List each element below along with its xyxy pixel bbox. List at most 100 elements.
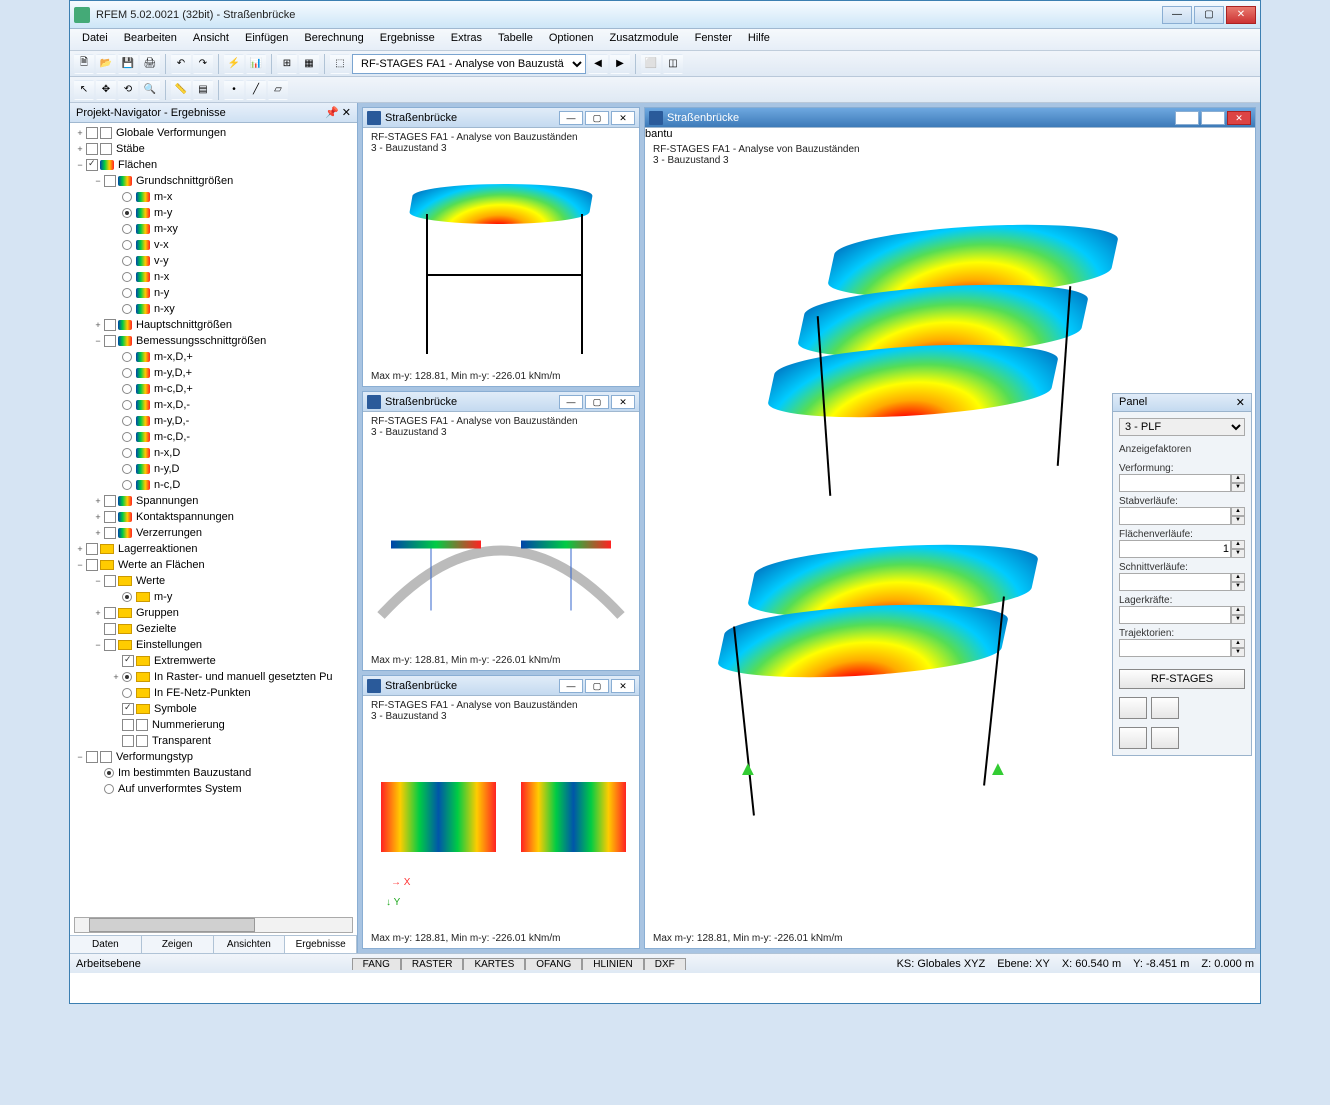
menu-einfügen[interactable]: Einfügen [237, 29, 296, 50]
tree-item[interactable]: m-y,D,+ [70, 365, 357, 381]
tree-item[interactable]: In FE-Netz-Punkten [70, 685, 357, 701]
tree-item[interactable]: m-xy [70, 221, 357, 237]
minimize-button[interactable]: — [1175, 111, 1199, 125]
grid-icon[interactable]: ▦ [299, 54, 319, 74]
child-titlebar[interactable]: Straßenbrücke — ▢ ✕ [363, 676, 639, 696]
tree-item[interactable]: +Kontaktspannungen [70, 509, 357, 525]
tree-item[interactable]: n-c,D [70, 477, 357, 493]
menu-extras[interactable]: Extras [443, 29, 490, 50]
tree-item[interactable]: −Bemessungsschnittgrößen [70, 333, 357, 349]
close-button[interactable]: ✕ [611, 395, 635, 409]
menu-datei[interactable]: Datei [74, 29, 116, 50]
tree-item[interactable]: Nummerierung [70, 717, 357, 733]
tree-item[interactable]: Gezielte [70, 621, 357, 637]
menu-bearbeiten[interactable]: Bearbeiten [116, 29, 185, 50]
minimize-button[interactable]: — [559, 679, 583, 693]
tree-item[interactable]: v-y [70, 253, 357, 269]
print-icon[interactable]: 🖨 [140, 54, 160, 74]
status-tab-dxf[interactable]: DXF [644, 958, 686, 970]
factor-input[interactable]: ▲▼ [1119, 606, 1245, 624]
factor-input[interactable]: ▲▼ [1119, 639, 1245, 657]
layers-icon[interactable]: ▤ [193, 80, 213, 100]
status-tab-raster[interactable]: RASTER [401, 958, 464, 970]
tree-item[interactable]: m-y,D,- [70, 413, 357, 429]
tree-item[interactable]: −Einstellungen [70, 637, 357, 653]
menu-tabelle[interactable]: Tabelle [490, 29, 541, 50]
tree-item[interactable]: n-xy [70, 301, 357, 317]
minimize-button[interactable]: — [1162, 6, 1192, 24]
factor-input[interactable]: ▲▼ [1119, 540, 1245, 558]
menu-ansicht[interactable]: Ansicht [185, 29, 237, 50]
menu-optionen[interactable]: Optionen [541, 29, 602, 50]
node-icon[interactable]: • [224, 80, 244, 100]
cube-icon[interactable]: ⬜ [641, 54, 661, 74]
tree-item[interactable]: Symbole [70, 701, 357, 717]
table-icon[interactable]: ⊞ [277, 54, 297, 74]
move-icon[interactable]: ✥ [96, 80, 116, 100]
tree-item[interactable]: Im bestimmten Bauzustand [70, 765, 357, 781]
panel-icon-button-2[interactable] [1151, 697, 1179, 719]
viewport-side[interactable] [371, 438, 631, 653]
child-titlebar[interactable]: Straßenbrücke — ▢ ✕ [363, 108, 639, 128]
tree-item[interactable]: n-x,D [70, 445, 357, 461]
panel-close-icon[interactable]: ✕ [1236, 396, 1245, 409]
nav-tab-zeigen[interactable]: Zeigen [142, 936, 214, 953]
nav-tab-ergebnisse[interactable]: Ergebnisse [285, 936, 357, 953]
surface-icon[interactable]: ▱ [268, 80, 288, 100]
tree-item[interactable]: +In Raster- und manuell gesetzten Pu [70, 669, 357, 685]
maximize-button[interactable]: ▢ [1201, 111, 1225, 125]
tree-item[interactable]: +Lagerreaktionen [70, 541, 357, 557]
pin-icon[interactable]: 📌 ✕ [325, 106, 351, 119]
maximize-button[interactable]: ▢ [1194, 6, 1224, 24]
tree-item[interactable]: Transparent [70, 733, 357, 749]
menu-zusatzmodule[interactable]: Zusatzmodule [602, 29, 687, 50]
tree-item[interactable]: n-y [70, 285, 357, 301]
undo-icon[interactable]: ↶ [171, 54, 191, 74]
next-icon[interactable]: ▶ [610, 54, 630, 74]
child-titlebar[interactable]: Straßenbrücke — ▢ ✕ [363, 392, 639, 412]
tree-item[interactable]: m-y [70, 589, 357, 605]
tree-item[interactable]: +Spannungen [70, 493, 357, 509]
menu-berechnung[interactable]: Berechnung [296, 29, 371, 50]
tree-item[interactable]: +Hauptschnittgrößen [70, 317, 357, 333]
analysis-select[interactable]: RF-STAGES FA1 - Analyse von Bauzustä [352, 54, 586, 74]
tree-item[interactable]: −Werte an Flächen [70, 557, 357, 573]
zoom-icon[interactable]: 🔍 [140, 80, 160, 100]
tree-item[interactable]: +Verzerrungen [70, 525, 357, 541]
factor-input[interactable]: ▲▼ [1119, 474, 1245, 492]
redo-icon[interactable]: ↷ [193, 54, 213, 74]
tree-item[interactable]: +Stäbe [70, 141, 357, 157]
menu-hilfe[interactable]: Hilfe [740, 29, 778, 50]
menu-fenster[interactable]: Fenster [687, 29, 740, 50]
minimize-button[interactable]: — [559, 395, 583, 409]
tree-item[interactable]: −Flächen [70, 157, 357, 173]
tree-item[interactable]: m-c,D,+ [70, 381, 357, 397]
factor-input[interactable]: ▲▼ [1119, 507, 1245, 525]
tree-item[interactable]: −Werte [70, 573, 357, 589]
child-titlebar[interactable]: Straßenbrücke — ▢ ✕ [645, 108, 1255, 128]
tree-item[interactable]: Auf unverformtes System [70, 781, 357, 797]
save-icon[interactable]: 💾 [118, 54, 138, 74]
tree-item[interactable]: Extremwerte [70, 653, 357, 669]
measure-icon[interactable]: 📏 [171, 80, 191, 100]
status-tab-hlinien[interactable]: HLINIEN [582, 958, 643, 970]
panel-icon-button-1[interactable] [1119, 697, 1147, 719]
panel-icon-button-3[interactable] [1119, 727, 1147, 749]
calc-icon[interactable]: ⚡ [224, 54, 244, 74]
tree-item[interactable]: m-x [70, 189, 357, 205]
status-tab-ofang[interactable]: OFANG [525, 958, 582, 970]
status-tab-fang[interactable]: FANG [352, 958, 401, 970]
panel-icon-button-4[interactable] [1151, 727, 1179, 749]
line-icon[interactable]: ╱ [246, 80, 266, 100]
tree-item[interactable]: m-x,D,- [70, 397, 357, 413]
close-button[interactable]: ✕ [611, 679, 635, 693]
prev-icon[interactable]: ◀ [588, 54, 608, 74]
close-button[interactable]: ✕ [1226, 6, 1256, 24]
tree-item[interactable]: m-x,D,+ [70, 349, 357, 365]
rotate-icon[interactable]: ⟲ [118, 80, 138, 100]
viewport-front[interactable] [371, 154, 631, 369]
nav-tab-daten[interactable]: Daten [70, 936, 142, 953]
tree-item[interactable]: +Globale Verformungen [70, 125, 357, 141]
results-icon[interactable]: 📊 [246, 54, 266, 74]
tree-item[interactable]: −Verformungstyp [70, 749, 357, 765]
